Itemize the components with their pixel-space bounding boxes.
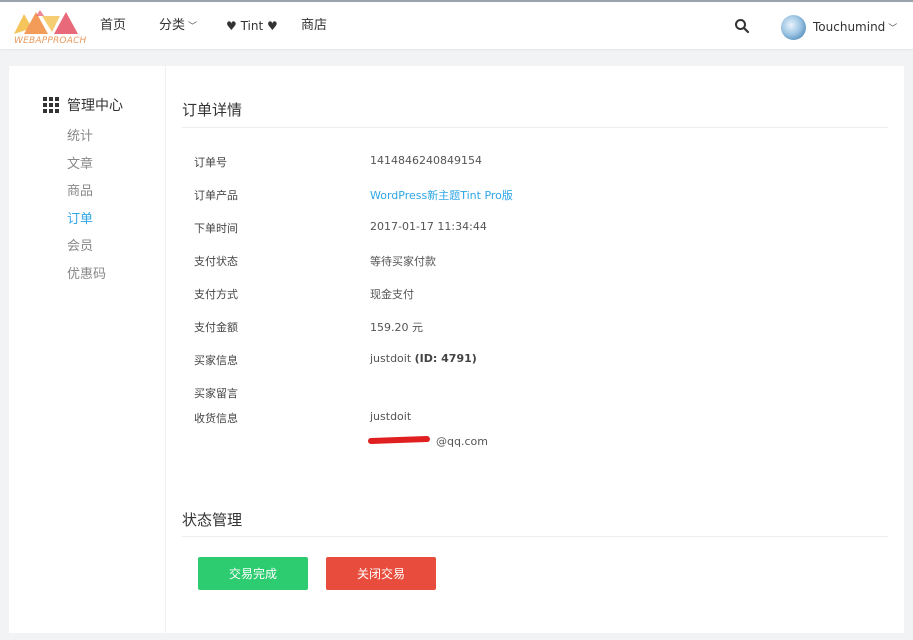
- sidebar-item-posts[interactable]: 文章: [67, 156, 106, 184]
- order-details-title: 订单详情: [182, 101, 243, 119]
- shipping-info-label: 收货信息: [194, 412, 238, 425]
- nav-category[interactable]: 分类 ﹀: [159, 18, 197, 35]
- payment-amount-value: 159.20 元: [370, 321, 423, 334]
- buyer-info-value: justdoit (ID: 4791): [370, 352, 477, 365]
- sidebar-item-orders[interactable]: 订单: [67, 211, 106, 239]
- buyer-info-label: 买家信息: [194, 354, 238, 367]
- order-product-link[interactable]: WordPress新主题Tint Pro版: [370, 187, 513, 203]
- payment-method-label: 支付方式: [194, 288, 238, 301]
- shipping-name: justdoit: [370, 410, 412, 423]
- nav-category-label: 分类: [159, 18, 186, 33]
- sidebar-title-text: 管理中心: [67, 98, 123, 114]
- shipping-email: @qq.com: [436, 435, 488, 448]
- chevron-down-icon: ﹀: [188, 22, 198, 32]
- payment-status-label: 支付状态: [194, 255, 238, 268]
- sidebar-title: 管理中心: [43, 95, 123, 115]
- user-menu[interactable]: Touchumind ﹀: [781, 14, 897, 40]
- buyer-name: justdoit: [370, 352, 412, 365]
- site-logo[interactable]: WEBAPPROACH: [14, 6, 86, 48]
- nav-tint[interactable]: ♥ Tint ♥: [226, 18, 278, 34]
- order-number-label: 订单号: [194, 156, 227, 169]
- payment-status-value: 等待买家付款: [370, 255, 436, 268]
- avatar: [781, 14, 806, 40]
- sidebar-menu: 统计 文章 商品 订单 会员 优惠码: [67, 128, 106, 293]
- top-navbar: WEBAPPROACH 首页 分类 ﹀ ♥ Tint ♥ 商店 Touchumin…: [0, 2, 913, 49]
- nav-shop[interactable]: 商店: [301, 18, 327, 34]
- redaction-mark: [367, 435, 431, 445]
- grid-icon: [43, 97, 59, 113]
- buyer-message-label: 买家留言: [194, 387, 238, 400]
- divider: [182, 536, 888, 537]
- order-product-label: 订单产品: [194, 189, 238, 202]
- nav-home[interactable]: 首页: [100, 18, 126, 34]
- sidebar-item-products[interactable]: 商品: [67, 183, 106, 211]
- close-trade-button[interactable]: 关闭交易: [326, 557, 436, 590]
- payment-amount-label: 支付金额: [194, 321, 238, 334]
- sidebar: 管理中心 统计 文章 商品 订单 会员 优惠码: [9, 66, 166, 633]
- order-time-value: 2017-01-17 11:34:44: [370, 220, 487, 233]
- main-card: 管理中心 统计 文章 商品 订单 会员 优惠码 订单详情 订单号 1414846…: [9, 66, 904, 633]
- sidebar-item-coupons[interactable]: 优惠码: [67, 266, 106, 294]
- sidebar-item-members[interactable]: 会员: [67, 238, 106, 266]
- complete-trade-button[interactable]: 交易完成: [198, 557, 308, 590]
- search-icon[interactable]: [734, 18, 750, 34]
- order-number-value: 1414846240849154: [370, 154, 482, 167]
- chevron-down-icon: ﹀: [888, 23, 898, 34]
- status-management-title: 状态管理: [182, 511, 243, 529]
- user-name: Touchumind: [813, 20, 886, 34]
- order-time-label: 下单时间: [194, 222, 238, 235]
- logo-icon: [14, 10, 78, 34]
- buyer-id: (ID: 4791): [414, 352, 477, 365]
- divider: [182, 127, 888, 128]
- payment-method-value: 现金支付: [370, 288, 414, 301]
- logo-text: WEBAPPROACH: [14, 36, 87, 46]
- sidebar-item-stats[interactable]: 统计: [67, 128, 106, 156]
